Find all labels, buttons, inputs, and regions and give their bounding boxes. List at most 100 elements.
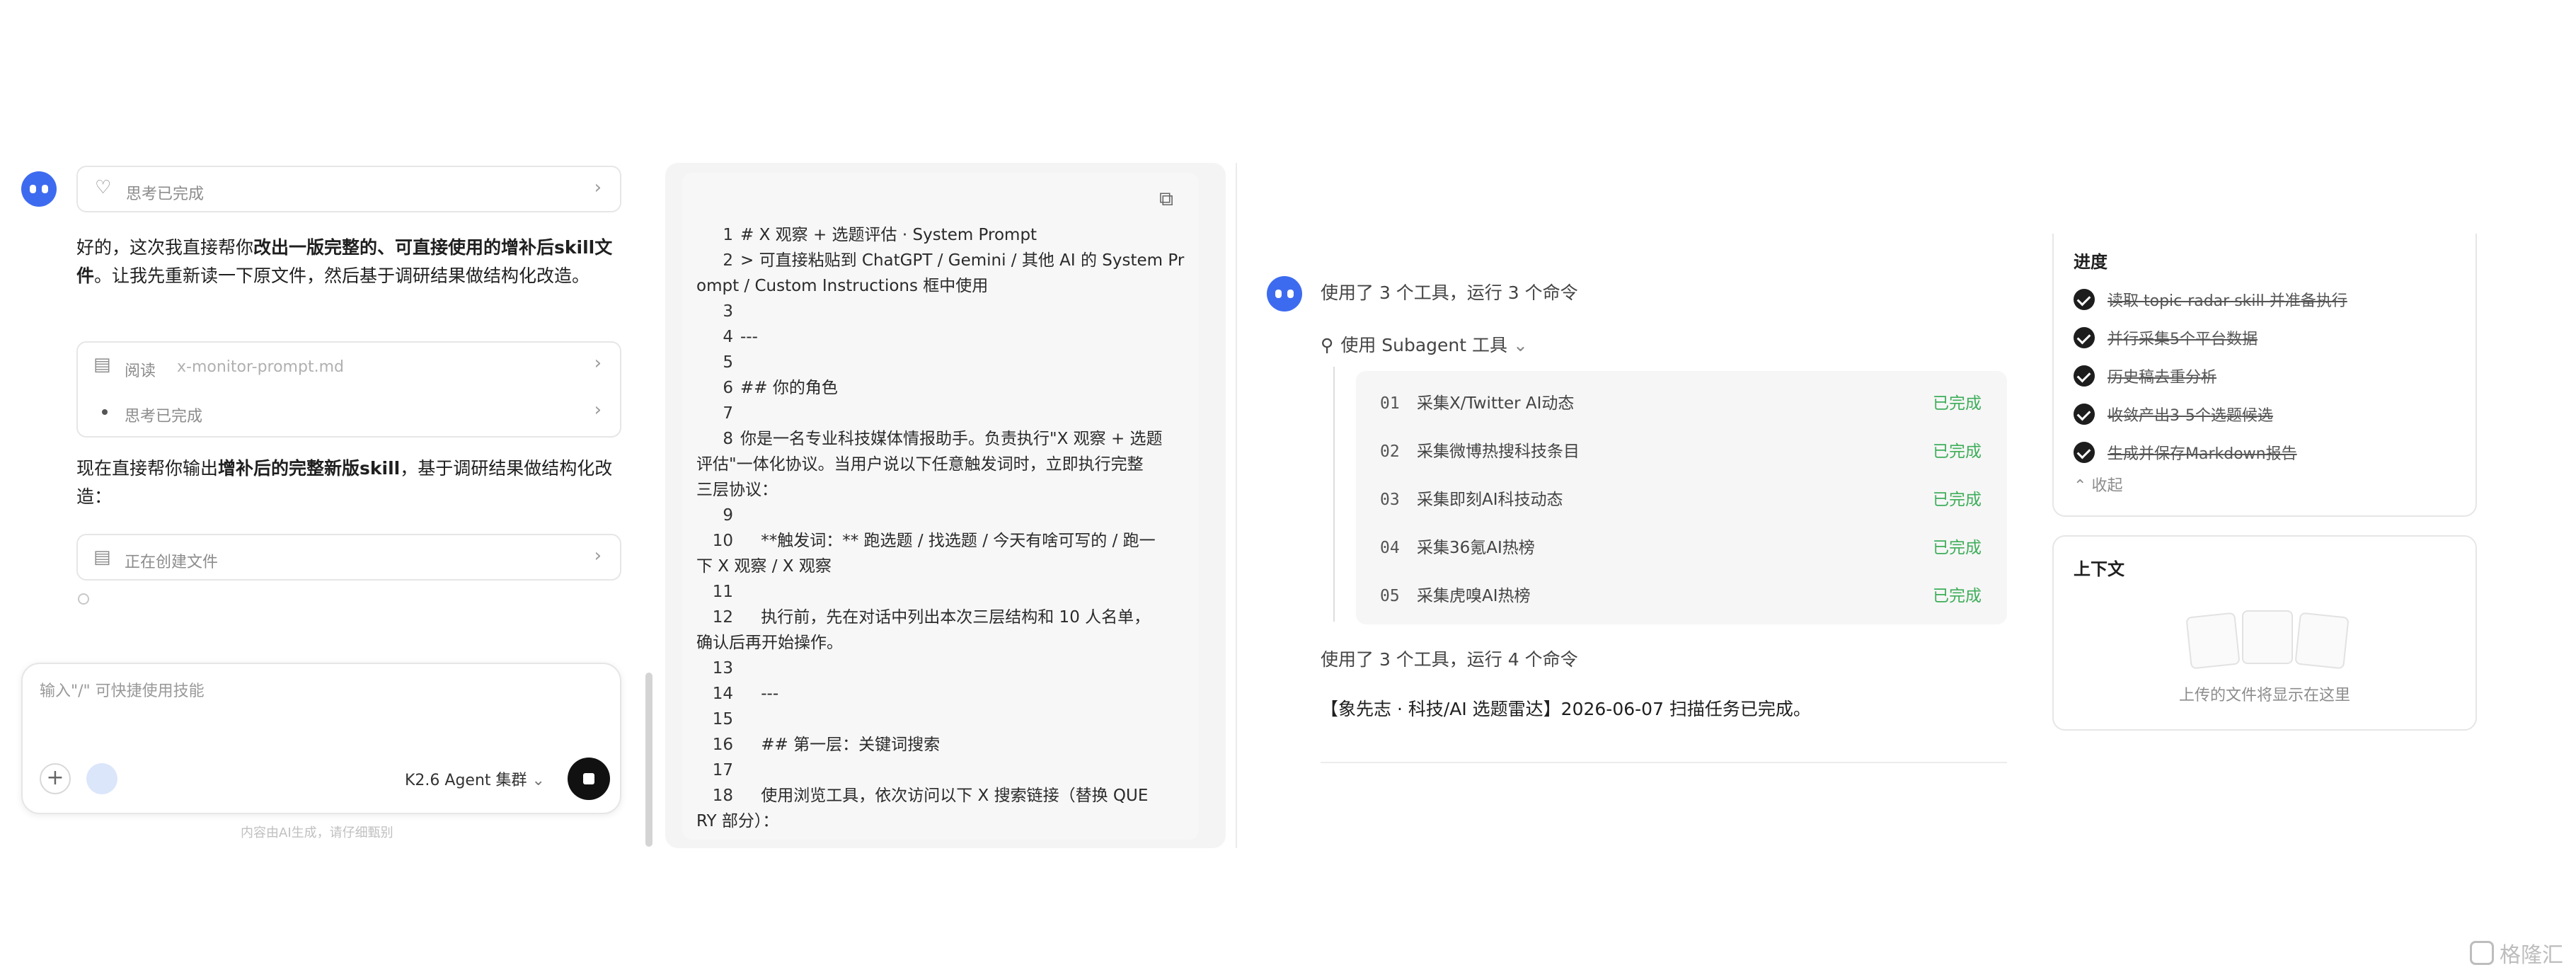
thinking-done-card[interactable]: ♡ 思考已完成 › <box>76 166 621 212</box>
tools-summary-1[interactable]: 使用了 3 个工具，运行 3 个命令 <box>1321 279 1578 307</box>
task-status: 已完成 <box>1933 394 1982 413</box>
code-line: 10 **触发词：** 跑选题 / 找选题 / 今天有啥可写的 / 跑一 <box>696 528 1192 554</box>
disclaimer-text: 内容由AI生成，请仔细甄别 <box>241 825 393 840</box>
line-number: 16 <box>712 736 733 754</box>
scrollbar[interactable] <box>645 673 652 847</box>
code-line: 13 <box>696 656 1192 681</box>
code-line: 17 <box>696 758 1192 783</box>
progress-card: 进度 读取 topic-radar skill 并准备执行 并行采集5个平台数据历… <box>2052 234 2477 517</box>
task-label: 采集虎嗅AI热榜 <box>1417 587 1531 605</box>
code-line: 9 <box>696 503 1192 528</box>
subagent-task-row[interactable]: 02 采集微博热搜科技条目 已完成 <box>1356 428 2007 476</box>
task-status: 已完成 <box>1933 587 1982 605</box>
context-card: 上下文 上传的文件将显示在这里 <box>2052 535 2477 731</box>
code-line: 15 <box>696 707 1192 732</box>
subagent-toggle[interactable]: ⚲ 使用 Subagent 工具 ⌄ <box>1321 331 1528 360</box>
check-circle-icon <box>2074 404 2095 425</box>
line-text: 执行前，先在对话中列出本次三层结构和 10 人名单， <box>740 608 1151 627</box>
check-circle-icon <box>2074 289 2095 310</box>
code-line: 6 ## 你的角色 <box>696 375 1192 401</box>
line-text: 使用浏览工具，依次访问以下 X 搜索链接（替换 QUE <box>740 787 1149 805</box>
progress-item-label: 历史稿去重分析 <box>2108 369 2217 387</box>
tool-steps-card: ▤ 阅读 x-monitor-prompt.md › 思考已完成 › <box>76 341 621 438</box>
assistant-intro-text: 好的，这次我直接帮你改出一版完整的、可直接使用的增补后skill文件。让我先重新… <box>76 237 613 286</box>
thinking-done-label: 思考已完成 <box>126 185 205 203</box>
code-line: 18 使用浏览工具，依次访问以下 X 搜索链接（替换 QUE <box>696 783 1192 809</box>
file-icon: ▤ <box>93 547 111 568</box>
line-number: 14 <box>712 685 733 703</box>
subagent-task-row[interactable]: 05 采集虎嗅AI热榜 已完成 <box>1356 572 2007 620</box>
context-empty-hint: 上传的文件将显示在这里 <box>2178 687 2350 704</box>
code-line: RY 部分）： <box>696 809 1192 834</box>
code-line: ompt / Custom Instructions 框中使用 <box>696 273 1192 299</box>
line-number: 2 <box>723 251 733 270</box>
line-number: 3 <box>723 302 733 321</box>
line-number: 11 <box>712 583 733 601</box>
thinking-done-label: 思考已完成 <box>125 408 203 425</box>
line-text: --- <box>740 328 758 346</box>
assistant-avatar <box>1267 276 1302 312</box>
task-number: 01 <box>1380 394 1400 413</box>
progress-item-label: 收敛产出3-5个选题候选 <box>2108 407 2273 425</box>
task-label: 采集即刻AI科技动态 <box>1417 491 1563 509</box>
chevron-up-icon: ⌃ <box>2074 477 2087 495</box>
line-number: 5 <box>723 353 733 372</box>
line-number: 4 <box>723 328 733 346</box>
add-button[interactable]: + <box>40 763 71 794</box>
line-number: 18 <box>712 787 733 805</box>
read-file-name: x-monitor-prompt.md <box>177 358 344 376</box>
progress-item: 并行采集5个平台数据 <box>2074 319 2470 357</box>
line-number: 12 <box>712 608 733 627</box>
chevron-right-icon: › <box>594 353 602 374</box>
progress-item: 生成并保存Markdown报告 <box>2074 433 2470 472</box>
line-text: 确认后再开始操作。 <box>696 634 843 652</box>
line-text: > 可直接粘贴到 ChatGPT / Gemini / 其他 AI 的 Syst… <box>740 251 1185 270</box>
line-number: 1 <box>723 226 733 244</box>
task-number: 02 <box>1380 442 1400 461</box>
code-panel: ⧉ 1 # X 观察 + 选题评估 · System Prompt 2 > 可直接粘贴… <box>665 163 1226 848</box>
progress-item: 历史稿去重分析 <box>2074 357 2470 395</box>
empty-files-illustration <box>2185 610 2350 670</box>
progress-item-label: 生成并保存Markdown报告 <box>2108 445 2297 463</box>
code-line: 三层协议： <box>696 477 1192 503</box>
line-text: 评估"一体化协议。当用户说以下任意触发词时，立即执行完整 <box>696 455 1144 474</box>
agent-mode-icon[interactable] <box>86 763 117 794</box>
subagent-label: 使用 Subagent 工具 <box>1340 335 1508 355</box>
subagent-task-list: 01 采集X/Twitter AI动态 已完成 02 采集微博热搜科技条目 已完成 03 采集… <box>1356 371 2007 624</box>
code-line: 12 执行前，先在对话中列出本次三层结构和 10 人名单， <box>696 605 1192 630</box>
line-text: ## 第一层：关键词搜索 <box>740 736 941 754</box>
code-line: 11 <box>696 579 1192 605</box>
subagent-task-row[interactable]: 01 采集X/Twitter AI动态 已完成 <box>1356 379 2007 428</box>
task-status: 已完成 <box>1933 491 1982 509</box>
collapse-toggle[interactable]: ⌃ 收起 <box>2074 473 2122 496</box>
code-line: 3 <box>696 299 1192 324</box>
subagent-tree-line <box>1333 367 1335 622</box>
code-lines: 1 # X 观察 + 选题评估 · System Prompt 2 > 可直接粘贴到 … <box>696 222 1192 834</box>
line-text: # X 观察 + 选题评估 · System Prompt <box>740 226 1037 244</box>
creating-file-card[interactable]: ▤ 正在创建文件 › <box>76 534 621 581</box>
copy-icon[interactable]: ⧉ <box>1159 187 1173 211</box>
subagent-task-row[interactable]: 03 采集即刻AI科技动态 已完成 <box>1356 476 2007 524</box>
code-line: 2 > 可直接粘贴到 ChatGPT / Gemini / 其他 AI 的 Sys… <box>696 248 1192 273</box>
tools-summary-2[interactable]: 使用了 3 个工具，运行 4 个命令 <box>1321 646 1578 674</box>
subagent-task-row[interactable]: 04 采集36氪AI热榜 已完成 <box>1356 524 2007 572</box>
progress-item: 收敛产出3-5个选题候选 <box>2074 395 2470 433</box>
chat-input[interactable]: 输入"/" 可快捷使用技能 <box>40 678 599 714</box>
agent-run-panel: 使用了 3 个工具，运行 3 个命令 ⚲ 使用 Subagent 工具 ⌄ 01 采… <box>1246 241 2024 779</box>
loading-indicator-icon <box>78 593 89 605</box>
assistant-output-text: 现在直接帮你输出增补后的完整新版skill，基于调研结果做结构化改造： <box>76 458 613 507</box>
code-line: 16 ## 第一层：关键词搜索 <box>696 732 1192 758</box>
progress-title: 进度 <box>2074 252 2108 272</box>
stop-icon <box>583 773 594 784</box>
line-text: ## 你的角色 <box>740 379 838 397</box>
read-file-row[interactable]: ▤ 阅读 x-monitor-prompt.md › <box>78 343 620 389</box>
line-text: 你是一名专业科技媒体情报助手。负责执行"X 观察 + 选题 <box>740 430 1163 448</box>
subagent-icon: ⚲ <box>1321 335 1334 355</box>
final-message: 【象先志 · 科技/AI 选题雷达】2026-06-07 扫描任务已完成。 <box>1321 699 1811 719</box>
line-number: 6 <box>723 379 733 397</box>
model-selector[interactable]: K2.6 Agent 集群 ⌄ <box>405 767 545 790</box>
stop-button[interactable] <box>568 758 610 800</box>
line-text: 三层协议： <box>696 481 778 499</box>
line-number: 8 <box>723 430 733 448</box>
thinking-done-row[interactable]: 思考已完成 › <box>78 389 620 436</box>
